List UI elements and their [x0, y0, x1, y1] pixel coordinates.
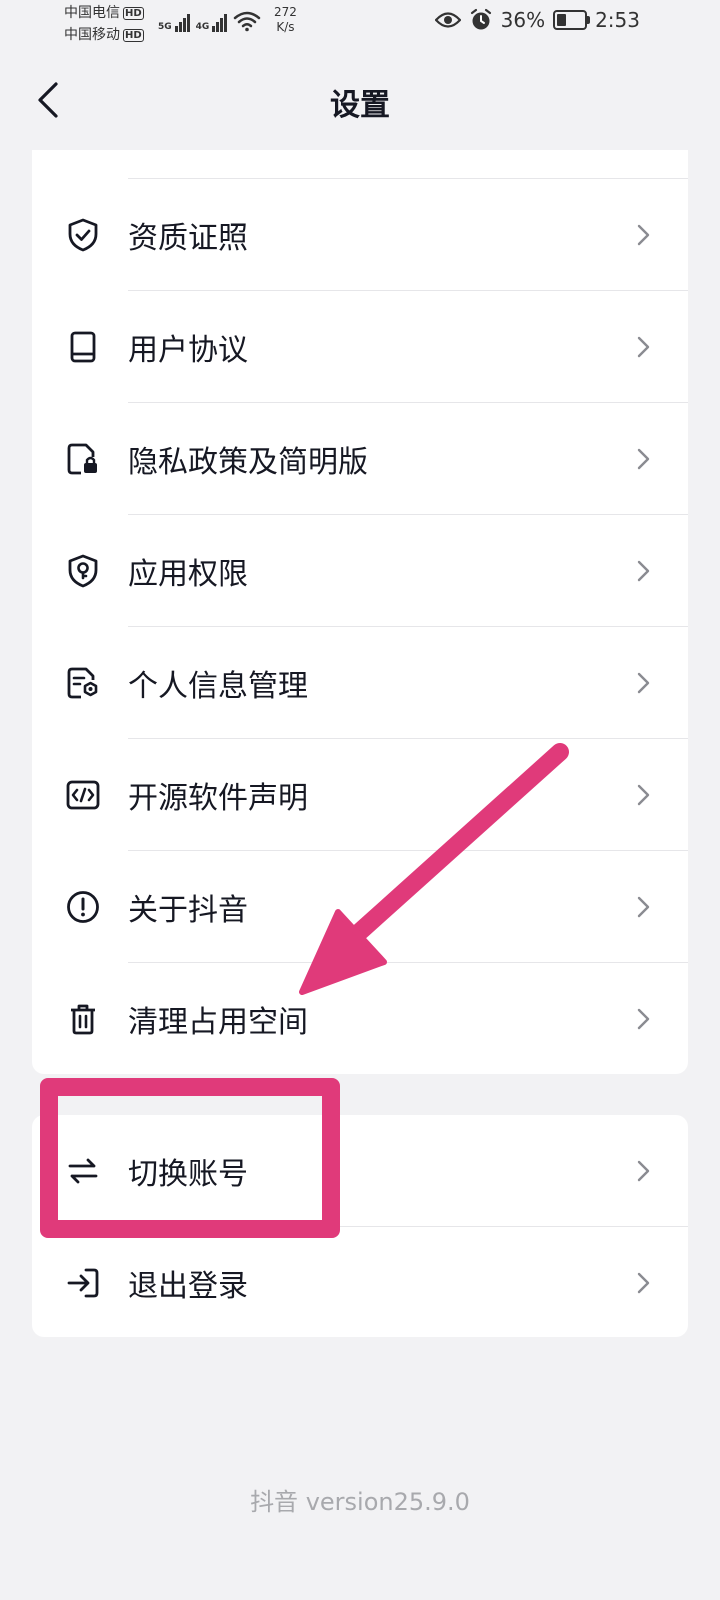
header: 设置	[0, 60, 720, 140]
settings-item-label: 隐私政策及简明版	[128, 445, 368, 480]
settings-item-qualification[interactable]: 资质证照	[32, 179, 688, 291]
settings-item-label: 个人信息管理	[128, 669, 308, 704]
signal-indicators: 5G 4G	[158, 10, 261, 32]
chevron-right-icon	[637, 560, 650, 582]
chevron-right-icon	[637, 448, 650, 470]
status-bar: 中国电信 HD 中国移动 HD 5G 4G 272 K/s 36% 2:53	[0, 0, 720, 50]
settings-item-label: 清理占用空间	[128, 1005, 308, 1040]
signal-4g-icon: 4G	[196, 14, 228, 32]
settings-item-label: 资质证照	[128, 221, 248, 256]
eye-icon	[434, 12, 461, 28]
clock-time: 2:53	[595, 8, 640, 32]
network-speed-unit: K/s	[276, 20, 295, 34]
book-icon	[66, 330, 100, 364]
code-icon	[66, 778, 100, 812]
settings-item-label: 关于抖音	[128, 893, 248, 928]
carrier-info: 中国电信 HD 中国移动 HD	[64, 2, 144, 46]
chevron-right-icon	[637, 224, 650, 246]
settings-item-label: 用户协议	[128, 333, 248, 368]
battery-icon	[553, 10, 591, 30]
hd-badge: HD	[123, 28, 144, 42]
settings-item-label: 开源软件声明	[128, 781, 308, 816]
status-right: 36% 2:53	[434, 8, 640, 32]
file-settings-icon	[66, 666, 100, 700]
app-version: 抖音 version25.9.0	[250, 1488, 470, 1516]
battery-percent: 36%	[500, 8, 546, 32]
trash-icon	[66, 1002, 100, 1036]
net-type-5g: 5G	[158, 22, 172, 32]
settings-item-open-source[interactable]: 开源软件声明	[32, 739, 688, 851]
settings-item-personal-info[interactable]: 个人信息管理	[32, 627, 688, 739]
wifi-icon	[234, 11, 261, 32]
chevron-right-icon	[637, 1272, 650, 1294]
chevron-right-icon	[637, 784, 650, 806]
shield-check-icon	[66, 218, 100, 252]
settings-item-about[interactable]: 关于抖音	[32, 851, 688, 963]
account-item-logout[interactable]: 退出登录	[32, 1227, 688, 1337]
settings-item-privacy-policy[interactable]: 隐私政策及简明版	[32, 403, 688, 515]
shield-key-icon	[66, 554, 100, 588]
carrier-1-name: 中国电信	[64, 5, 120, 21]
annotation-highlight-box	[40, 1078, 340, 1238]
network-speed-value: 272	[274, 5, 297, 19]
settings-item-label: 应用权限	[128, 557, 248, 592]
settings-item-clear-storage[interactable]: 清理占用空间	[32, 963, 688, 1074]
network-speed: 272 K/s	[274, 5, 297, 35]
chevron-right-icon	[637, 672, 650, 694]
logout-icon	[66, 1266, 100, 1300]
battery-level	[557, 14, 567, 26]
signal-5g-icon: 5G	[158, 14, 190, 32]
chevron-right-icon	[637, 1008, 650, 1030]
carrier-2-name: 中国移动	[64, 27, 120, 43]
chevron-right-icon	[637, 896, 650, 918]
settings-card: 资质证照 用户协议 隐私政策及简明版 应用权限 个人信息管理 开源软件声明 关于…	[32, 150, 688, 1074]
chevron-right-icon	[637, 336, 650, 358]
chevron-right-icon	[637, 1160, 650, 1182]
alarm-icon	[470, 8, 491, 30]
info-icon	[66, 890, 100, 924]
hd-badge: HD	[123, 6, 144, 20]
net-type-4g: 4G	[195, 22, 210, 32]
page-title: 设置	[330, 88, 390, 123]
account-item-label: 退出登录	[128, 1269, 248, 1304]
settings-item-user-agreement[interactable]: 用户协议	[32, 291, 688, 403]
file-lock-icon	[66, 442, 100, 476]
settings-item-app-permissions[interactable]: 应用权限	[32, 515, 688, 627]
